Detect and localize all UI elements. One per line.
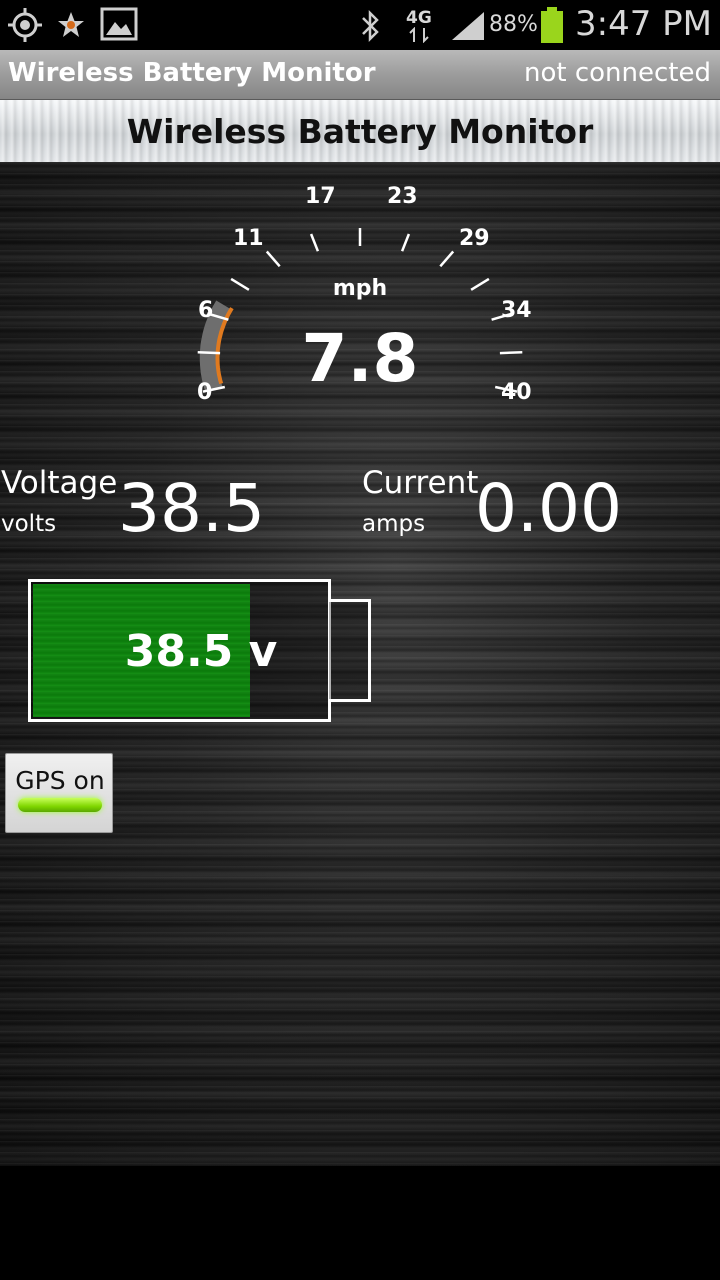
- signal-icon: [452, 12, 484, 40]
- voltage-unit: volts: [1, 511, 57, 537]
- gauge-tick-mark: [470, 277, 490, 291]
- gauge-tick-label: 34: [501, 298, 532, 323]
- network-4g-icon: 4G: [406, 8, 432, 28]
- star-icon: [58, 12, 84, 37]
- gps-toggle-label: GPS on: [15, 766, 105, 795]
- gauge-tick-label: 6: [198, 298, 214, 323]
- header-banner: Wireless Battery Monitor: [0, 100, 720, 162]
- gauge-tick-label: 23: [387, 184, 418, 209]
- data-arrows-icon: [409, 27, 429, 43]
- image-icon: [100, 7, 138, 41]
- speed-unit: mph: [332, 276, 388, 301]
- current-unit: amps: [362, 511, 426, 537]
- voltage-label: Voltage: [1, 465, 118, 501]
- app-title: Wireless Battery Monitor: [8, 58, 376, 88]
- gauge-tick-label: 0: [197, 380, 213, 405]
- gauge-tick-mark: [439, 250, 455, 268]
- location-target-icon: [8, 8, 42, 42]
- battery-voltage-text: 38.5 v: [124, 626, 278, 677]
- gauge-tick-mark: [230, 277, 250, 291]
- gauge-tick-label: 11: [233, 226, 264, 251]
- connection-status: not connected: [524, 58, 711, 88]
- gauge-tick-mark: [309, 233, 320, 252]
- battery-terminal: [329, 599, 371, 702]
- current-label: Current: [362, 465, 479, 501]
- battery-indicator: 38.5 v: [28, 579, 331, 722]
- voltage-value: 38.5: [118, 470, 265, 547]
- battery-percent: 88%: [489, 12, 538, 37]
- battery-charging-icon: [541, 7, 563, 43]
- gauge-tick-mark: [499, 351, 523, 355]
- current-value: 0.00: [475, 470, 622, 547]
- app-title-bar: Wireless Battery Monitor not connected: [0, 50, 720, 100]
- gauge-tick-mark: [197, 351, 221, 355]
- gauge-tick-label: 40: [501, 380, 532, 405]
- speed-value: 7.8: [301, 320, 419, 397]
- speed-gauge: 6 0 11 17 23 29 34 40 mph 7.8: [0, 162, 720, 422]
- gauge-tick-label: 17: [305, 184, 336, 209]
- gps-toggle-button[interactable]: GPS on: [5, 753, 113, 833]
- bottom-blank-area: [0, 1166, 720, 1280]
- page-title: Wireless Battery Monitor: [126, 112, 594, 151]
- gauge-tick-label: 29: [459, 226, 490, 251]
- status-bar: 4G 88% 3:47 PM: [0, 0, 720, 50]
- clock: 3:47 PM: [575, 4, 712, 44]
- gauge-tick-mark: [400, 233, 411, 252]
- bluetooth-icon: [362, 9, 379, 43]
- gps-status-light: [18, 798, 102, 812]
- gauge-tick-mark: [265, 250, 281, 268]
